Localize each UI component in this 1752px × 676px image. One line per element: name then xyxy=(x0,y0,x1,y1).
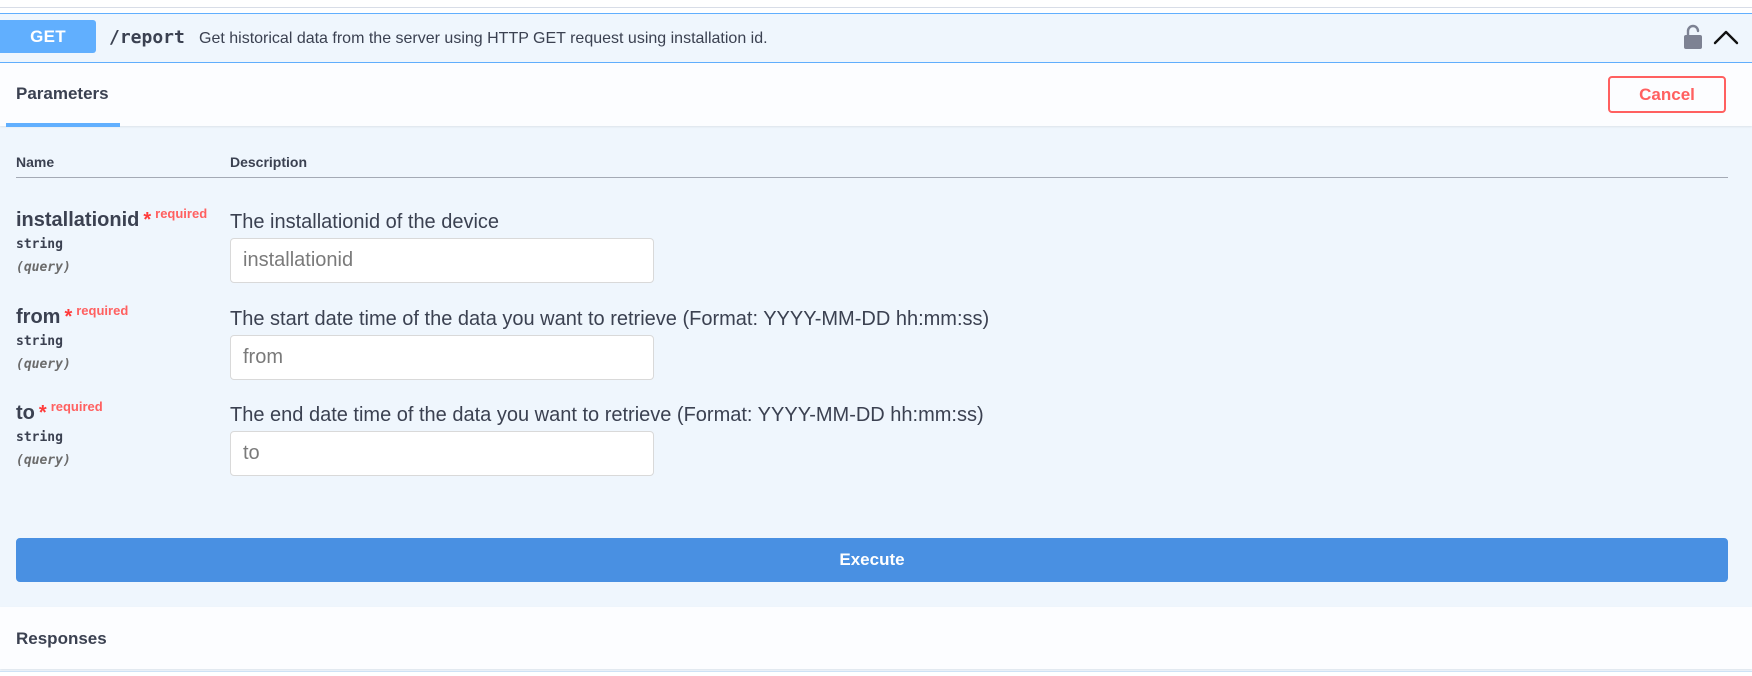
installationid-input[interactable] xyxy=(230,238,654,283)
parameter-description: The start date time of the data you want… xyxy=(230,308,990,330)
top-divider xyxy=(0,7,1752,8)
parameter-description: The installationid of the device xyxy=(230,211,500,233)
parameter-location: (query) xyxy=(16,357,71,372)
parameter-type: string xyxy=(16,237,63,252)
required-star: * xyxy=(143,209,152,231)
operation-summary-description: Get historical data from the server usin… xyxy=(199,30,768,47)
from-input[interactable] xyxy=(230,335,654,380)
operation-path: /report xyxy=(109,27,185,48)
table-header-divider xyxy=(16,177,1728,178)
responses-title: Responses xyxy=(16,629,107,648)
parameters-section-header: Parameters Cancel xyxy=(0,63,1752,127)
parameter-row-from: from * required string (query) The start d… xyxy=(0,303,1752,396)
parameter-location: (query) xyxy=(16,260,71,275)
column-header-description: Description xyxy=(230,154,308,170)
page: GET /report Get historical data from the… xyxy=(0,0,1752,676)
responses-section-header: Responses xyxy=(0,607,1752,669)
method-badge: GET xyxy=(0,20,96,53)
required-label: required xyxy=(155,206,208,221)
parameter-description: The end date time of the data you want t… xyxy=(230,404,984,426)
execute-button[interactable]: Execute xyxy=(16,538,1728,582)
parameter-name: from * required xyxy=(16,303,129,328)
column-header-name: Name xyxy=(16,154,55,170)
parameter-type: string xyxy=(16,334,63,349)
parameter-location: (query) xyxy=(16,453,71,468)
parameter-row-to: to * required string (query) The end date … xyxy=(0,399,1752,492)
parameter-row-installationid: installationid * required string (query) T… xyxy=(0,206,1752,299)
required-star: * xyxy=(38,402,47,424)
required-label: required xyxy=(76,303,129,318)
parameter-type: string xyxy=(16,430,63,445)
required-label: required xyxy=(50,399,103,414)
chevron-up-icon[interactable] xyxy=(1712,26,1740,48)
to-input[interactable] xyxy=(230,431,654,476)
tab-parameters[interactable]: Parameters xyxy=(6,63,120,127)
required-star: * xyxy=(64,306,73,328)
operation-summary[interactable]: GET /report Get historical data from the… xyxy=(0,14,1752,63)
parameter-name: installationid * required xyxy=(16,206,208,231)
unlocked-padlock-icon[interactable] xyxy=(1682,24,1704,50)
cancel-button[interactable]: Cancel xyxy=(1608,76,1726,113)
parameter-name: to * required xyxy=(16,399,103,424)
tab-parameters-label: Parameters xyxy=(16,84,109,103)
